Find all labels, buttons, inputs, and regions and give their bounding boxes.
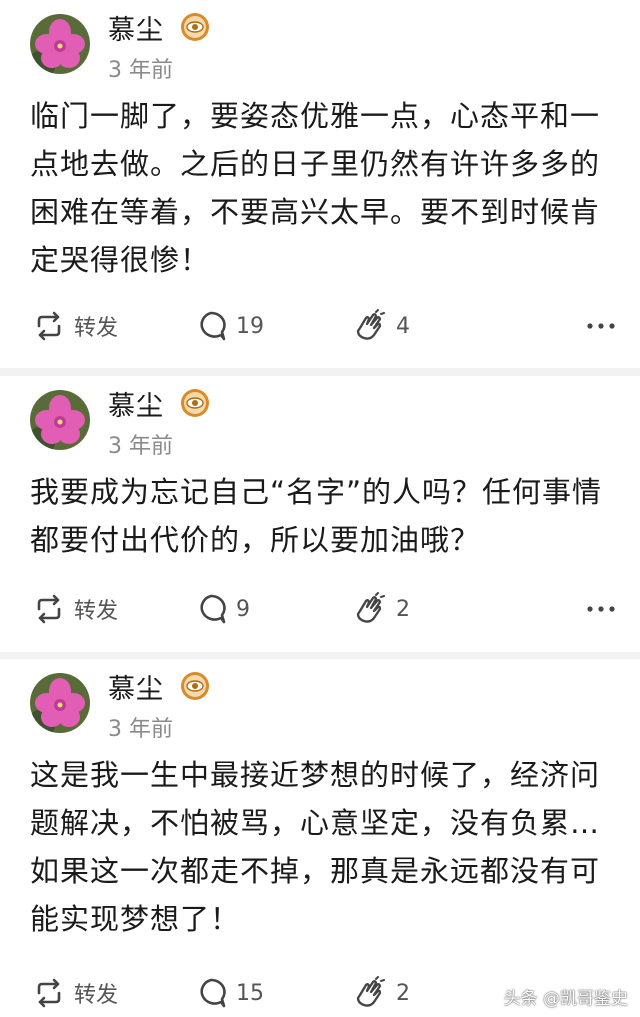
eye-badge-icon [180,388,210,418]
post-card: 慕尘 3 年前 临门一脚了，要姿态优雅一点，心态平和一点地去做。之后的日子里仍然… [0,0,640,368]
post-content: 临门一脚了，要姿态优雅一点，心态平和一点地去做。之后的日子里仍然有许许多多的困难… [30,99,601,277]
more-dots-icon [587,606,615,612]
author-name[interactable]: 慕尘 [108,667,164,706]
more-button[interactable] [584,306,618,346]
repost-icon [37,594,61,624]
post-time: 3 年前 [108,58,173,83]
flower-avatar-icon [30,14,90,74]
action-bar: 转发 9 2 [0,589,640,629]
clap-hands-icon [356,309,385,340]
more-dots-icon [587,323,615,329]
author-name[interactable]: 慕尘 [108,8,164,47]
more-button[interactable] [584,589,618,629]
repost-button[interactable]: 转发 [32,306,118,346]
like-count: 2 [396,596,410,622]
post-card: 慕尘 3 年前 这是我一生中最接近梦想的时候了，经济问题解决，不怕被骂，心意坚定… [0,659,640,1017]
like-button[interactable]: 2 [352,973,410,1013]
flower-avatar-icon [30,390,90,450]
repost-button[interactable]: 转发 [32,589,118,629]
repost-icon [37,311,61,341]
author-name[interactable]: 慕尘 [108,384,164,423]
post-time: 3 年前 [108,717,173,742]
avatar[interactable] [30,14,90,74]
like-count: 2 [396,980,410,1006]
flower-avatar-icon [30,673,90,733]
comment-bubble-icon [200,311,226,341]
repost-button[interactable]: 转发 [32,973,118,1013]
repost-label: 转发 [74,316,119,341]
comment-button[interactable]: 15 [194,973,264,1013]
avatar[interactable] [30,390,90,450]
post-time: 3 年前 [108,434,173,459]
like-button[interactable]: 4 [352,306,410,346]
like-count: 4 [396,313,410,339]
repost-label: 转发 [74,599,119,624]
clap-hands-icon [356,976,385,1007]
avatar[interactable] [30,673,90,733]
post-content: 我要成为忘记自己“名字”的人吗？任何事情都要付出代价的，所以要加油哦？ [30,475,603,557]
repost-label: 转发 [74,983,119,1008]
post-content: 这是我一生中最接近梦想的时候了，经济问题解决，不怕被骂，心意坚定，没有负累…如果… [30,758,601,936]
comment-count: 19 [236,313,264,339]
comment-count: 9 [236,596,250,622]
comment-button[interactable]: 19 [194,306,264,346]
like-button[interactable]: 2 [352,589,410,629]
repost-icon [37,978,61,1008]
action-bar: 转发 19 4 [0,306,640,346]
watermark: 头条 @凯哥鉴史 [503,989,628,1009]
comment-count: 15 [236,980,264,1006]
comment-bubble-icon [200,594,226,624]
eye-badge-icon [180,671,210,701]
post-card: 慕尘 3 年前 我要成为忘记自己“名字”的人吗？任何事情都要付出代价的，所以要加… [0,376,640,652]
comment-button[interactable]: 9 [194,589,250,629]
eye-badge-icon [180,12,210,42]
comment-bubble-icon [200,978,226,1008]
clap-hands-icon [356,592,385,623]
